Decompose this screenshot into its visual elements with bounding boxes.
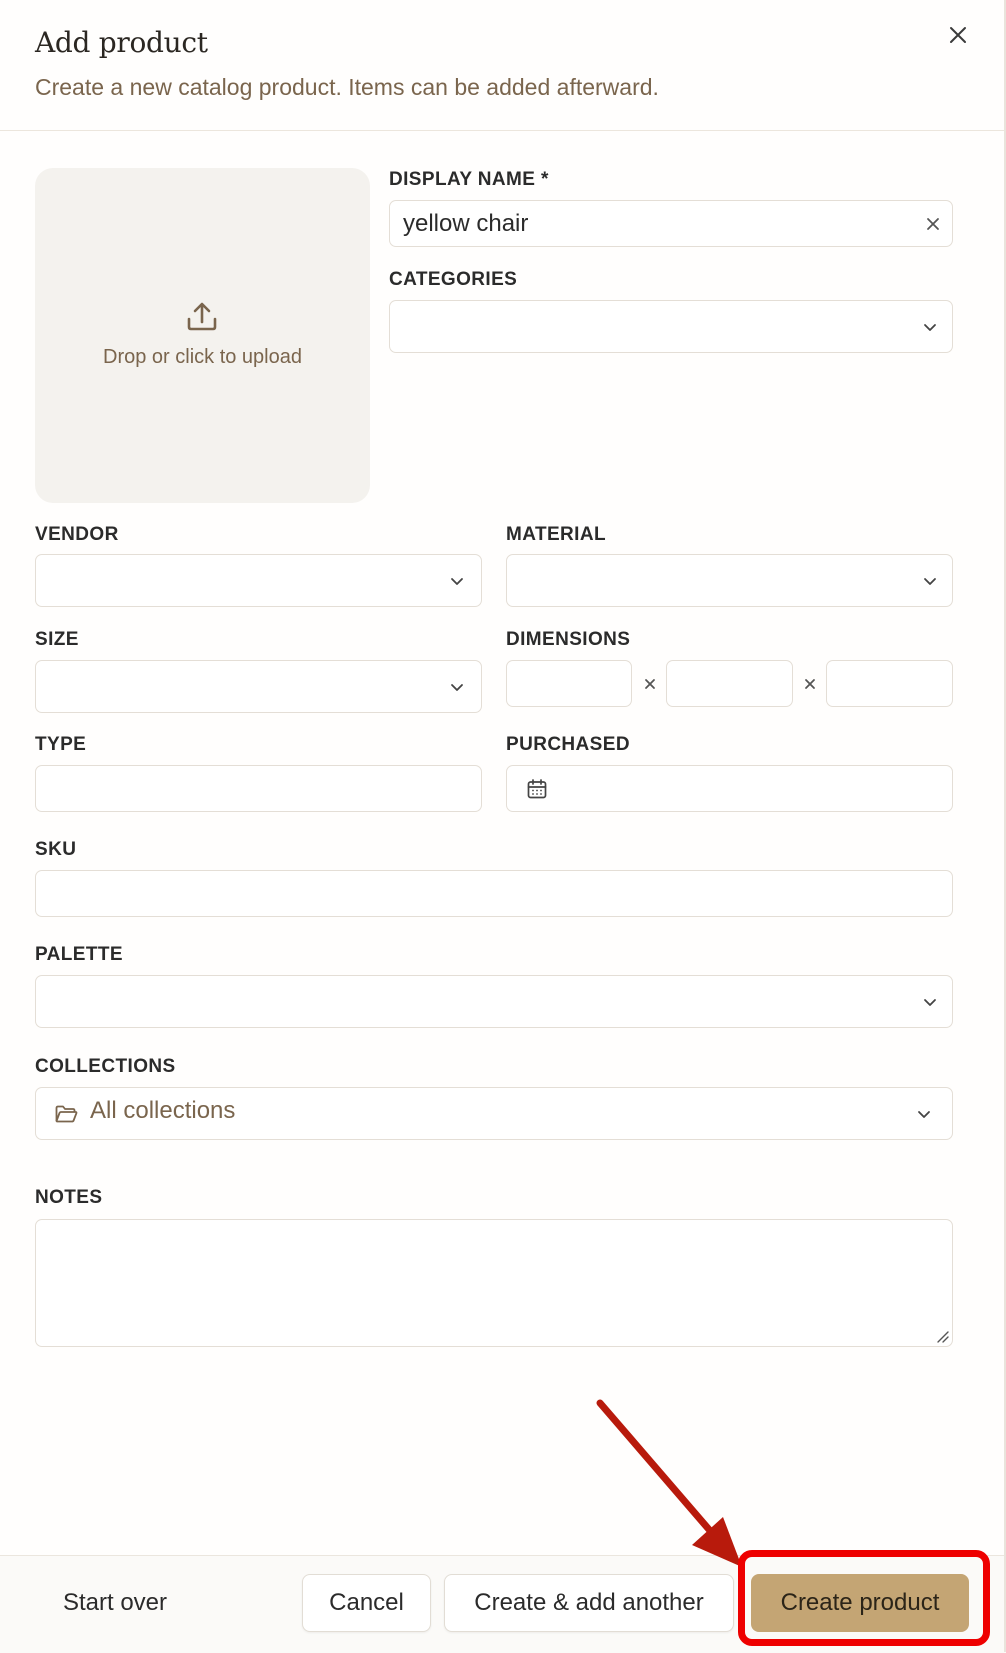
chevron-down-icon <box>451 684 463 691</box>
sku-input[interactable] <box>35 870 953 917</box>
material-label: MATERIAL <box>506 524 606 545</box>
display-name-label: DISPLAY NAME * <box>389 169 549 190</box>
purchased-label: PURCHASED <box>506 734 630 755</box>
add-product-dialog: Add product Create a new catalog product… <box>0 0 1006 1653</box>
material-select[interactable] <box>506 554 953 607</box>
create-add-another-button[interactable]: Create & add another <box>444 1574 734 1632</box>
times-icon <box>805 679 815 689</box>
close-button[interactable] <box>943 20 973 50</box>
size-label: SIZE <box>35 629 79 650</box>
annotation-arrow-icon <box>596 1399 742 1567</box>
times-icon <box>645 679 655 689</box>
chevron-down-icon <box>924 324 936 331</box>
chevron-down-icon <box>924 999 936 1006</box>
type-label: TYPE <box>35 734 87 755</box>
type-input[interactable] <box>35 765 482 812</box>
close-icon <box>950 27 966 43</box>
dimensions-label: DIMENSIONS <box>506 629 631 650</box>
sku-label: SKU <box>35 839 77 860</box>
upload-icon <box>187 302 217 331</box>
dimension-depth-input[interactable] <box>666 660 793 707</box>
image-upload-dropzone[interactable]: Drop or click to upload <box>35 168 370 503</box>
dimension-height-input[interactable] <box>826 660 953 707</box>
vendor-select[interactable] <box>35 554 482 607</box>
size-select[interactable] <box>35 660 482 713</box>
folder-icon <box>55 1105 78 1123</box>
collections-select[interactable]: All collections <box>35 1087 953 1140</box>
dialog-subtitle: Create a new catalog product. Items can … <box>35 74 659 100</box>
palette-select[interactable] <box>35 975 953 1028</box>
purchased-date-input[interactable] <box>506 765 953 812</box>
resize-grip-icon[interactable] <box>935 1329 949 1343</box>
chevron-down-icon <box>918 1111 930 1118</box>
dialog-footer: Start over Cancel Create & add another C… <box>0 1555 1006 1653</box>
header-divider <box>0 130 1006 131</box>
notes-textarea[interactable] <box>35 1219 953 1347</box>
upload-label: Drop or click to upload <box>103 346 302 368</box>
start-over-button[interactable]: Start over <box>40 1574 190 1632</box>
collections-label: COLLECTIONS <box>35 1056 176 1077</box>
dialog-title: Add product <box>35 26 208 59</box>
notes-label: NOTES <box>35 1187 103 1208</box>
dimension-width-input[interactable] <box>506 660 632 707</box>
palette-label: PALETTE <box>35 944 123 965</box>
clear-icon[interactable] <box>925 216 941 232</box>
chevron-down-icon <box>924 578 936 585</box>
categories-select[interactable] <box>389 300 953 353</box>
categories-label: CATEGORIES <box>389 269 518 290</box>
cancel-button[interactable]: Cancel <box>302 1574 431 1632</box>
display-name-value: yellow chair <box>403 210 529 237</box>
calendar-icon[interactable] <box>526 778 548 800</box>
chevron-down-icon <box>451 578 463 585</box>
create-product-button[interactable]: Create product <box>751 1574 969 1632</box>
collections-value: All collections <box>90 1097 236 1124</box>
display-name-input[interactable]: yellow chair <box>389 200 953 247</box>
vendor-label: VENDOR <box>35 524 119 545</box>
